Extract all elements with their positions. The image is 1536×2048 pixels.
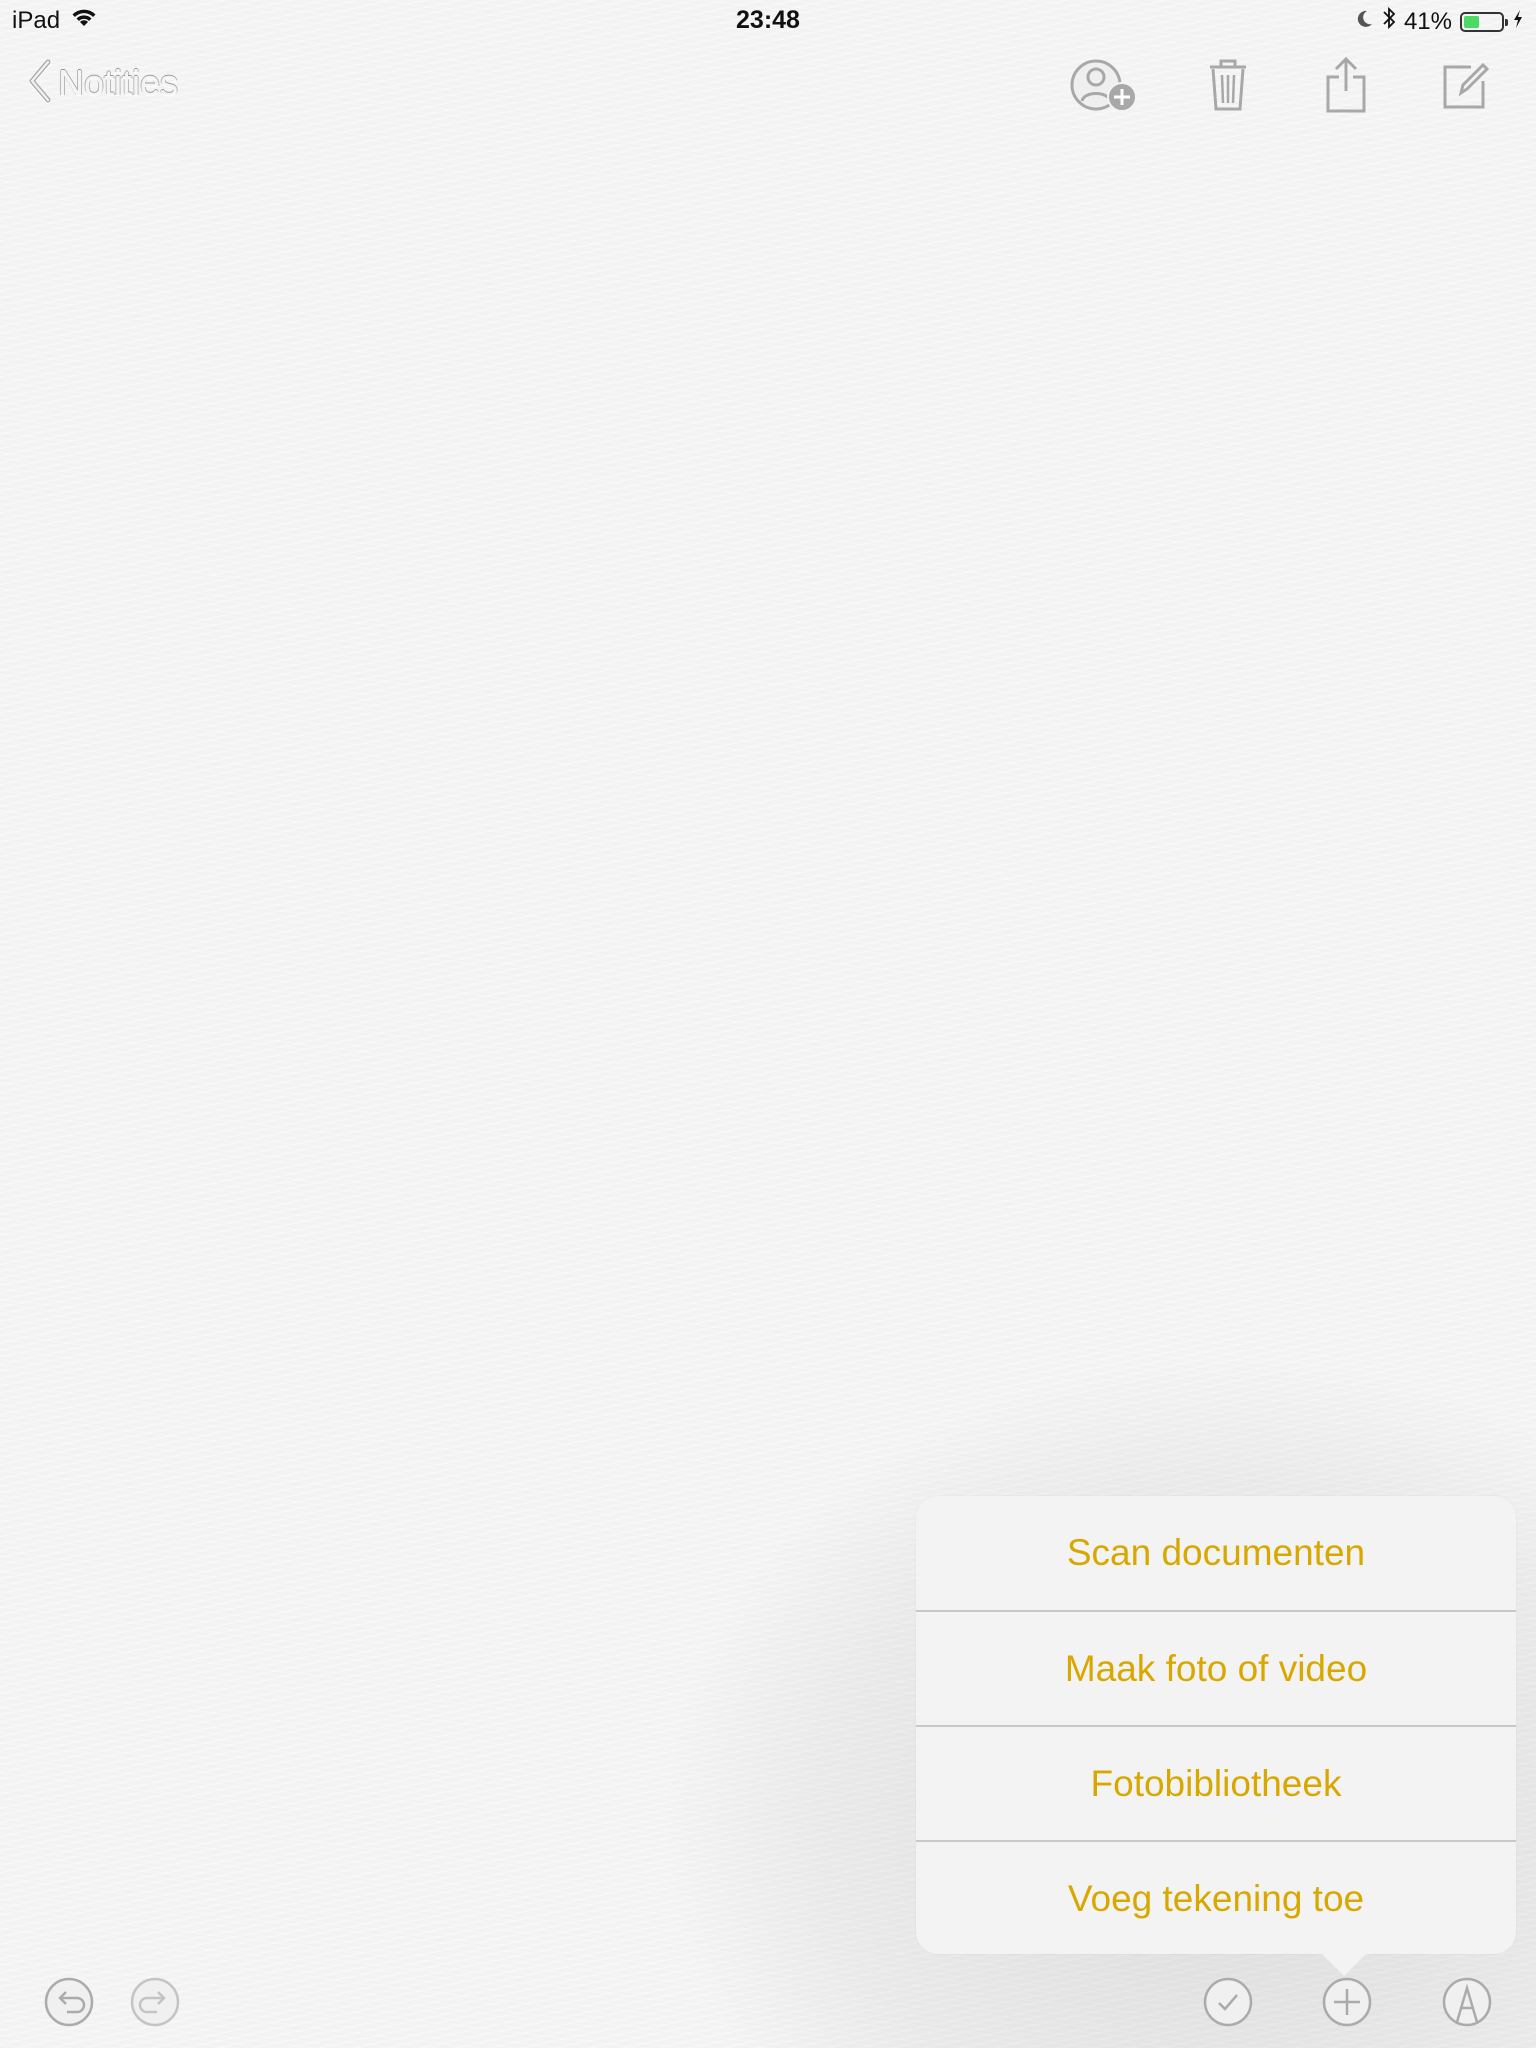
checklist-button[interactable] (1200, 1976, 1256, 2032)
redo-button[interactable] (127, 1976, 183, 2032)
checklist-icon (1202, 1976, 1254, 2033)
add-person-icon (1066, 55, 1142, 120)
scan-documents-option[interactable]: Scan documenten (916, 1496, 1516, 1610)
status-bar: iPad 23:48 41% (0, 0, 1536, 40)
battery-icon (1460, 11, 1508, 32)
status-right: 41% (1356, 6, 1524, 37)
bluetooth-icon (1382, 6, 1396, 37)
status-time: 23:48 (736, 6, 800, 34)
attachment-popover: Scan documenten Maak foto of video Fotob… (916, 1496, 1516, 1954)
compose-icon (1441, 59, 1491, 116)
photo-library-option[interactable]: Fotobibliotheek (916, 1727, 1516, 1841)
take-photo-video-option[interactable]: Maak foto of video (916, 1612, 1516, 1726)
share-icon (1324, 55, 1368, 120)
charging-icon (1512, 8, 1524, 36)
add-drawing-option[interactable]: Voeg tekening toe (916, 1842, 1516, 1956)
moon-icon (1356, 8, 1374, 36)
share-button[interactable] (1306, 52, 1386, 122)
redo-icon (129, 1976, 181, 2033)
add-attachment-button[interactable] (1319, 1976, 1375, 2032)
back-button[interactable]: Notities (26, 58, 178, 108)
markup-button[interactable] (1439, 1976, 1495, 2032)
back-label: Notities (58, 62, 179, 103)
undo-button[interactable] (41, 1976, 97, 2032)
compose-button[interactable] (1426, 52, 1506, 122)
plus-icon (1321, 1976, 1373, 2033)
markup-icon (1441, 1976, 1493, 2033)
battery-fill (1464, 15, 1479, 28)
chevron-left-icon (26, 58, 54, 109)
add-person-button[interactable] (1064, 52, 1144, 122)
delete-button[interactable] (1188, 52, 1268, 122)
popover-arrow (1320, 1952, 1368, 1976)
battery-percent: 41% (1403, 7, 1452, 35)
trash-icon (1206, 57, 1250, 118)
battery-nub (1505, 18, 1508, 26)
undo-icon (43, 1976, 95, 2033)
